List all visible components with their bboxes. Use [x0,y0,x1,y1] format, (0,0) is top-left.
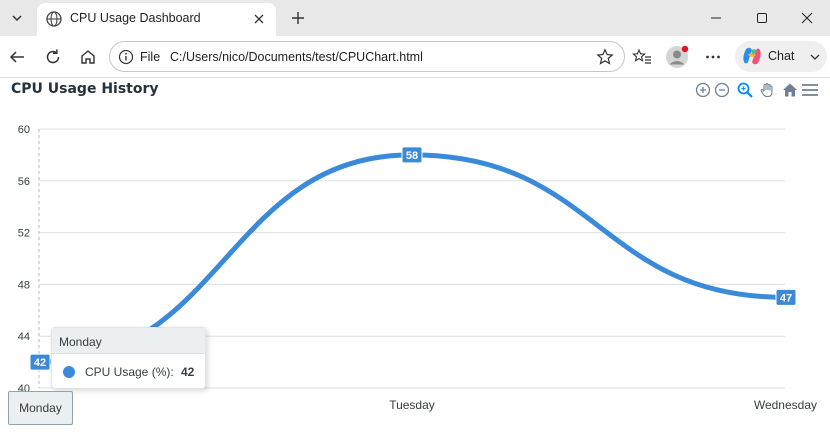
maximize-icon [757,13,767,23]
profile-avatar-icon [666,45,689,68]
y-tick-label: 60 [18,124,30,136]
y-tick-label: 48 [18,279,30,291]
minimize-icon [711,17,721,19]
chart-menu-button[interactable] [800,80,820,100]
menu-icon [802,84,818,96]
copilot-icon [743,47,761,65]
y-tick-label: 44 [18,331,30,343]
tab-menu-icon[interactable] [4,5,30,31]
zoom-in-button[interactable] [693,80,713,100]
selection-zoom-button[interactable] [735,80,755,100]
address-bar: File C:/Users/nico/Documents/test/CPUCha… [0,36,830,78]
data-tooltip: Monday CPU Usage (%): 42 [51,327,206,389]
close-window-button[interactable] [784,0,830,36]
copilot-chat-button[interactable]: Chat [735,41,827,72]
home-icon [81,50,95,64]
tab-title: CPU Usage Dashboard [70,11,201,25]
tooltip-series-name: CPU Usage (%): [85,365,174,379]
favorites-button[interactable] [628,43,656,71]
xaxis-tooltip: Monday [8,391,73,425]
pan-button[interactable] [757,80,777,100]
reload-button[interactable] [39,43,67,71]
star-icon[interactable] [596,48,614,66]
tooltip-series-marker [63,366,75,378]
reload-icon [46,49,60,64]
zoom-in-icon [695,82,711,98]
data-label: 47 [780,292,792,304]
chart-title: CPU Usage History [11,81,159,97]
plus-icon [292,12,304,24]
y-tick-label: 56 [18,176,30,188]
home-button[interactable] [74,43,102,71]
tooltip-value: 42 [181,365,195,379]
more-button[interactable] [699,43,727,71]
minimize-button[interactable] [693,0,739,36]
page-content: CPU Usage History 404448525660MondayTues… [0,78,830,446]
maximize-button[interactable] [739,0,785,36]
zoom-out-icon [714,82,730,98]
active-tab[interactable]: CPU Usage Dashboard [37,3,276,36]
url-text[interactable]: C:/Users/nico/Documents/test/CPUChart.ht… [170,50,423,64]
y-tick-label: 52 [18,228,30,240]
reset-zoom-button[interactable] [780,80,800,100]
url-scheme-label: File [140,50,161,64]
favorites-icon [632,48,651,64]
chat-label: Chat [768,49,795,63]
url-field[interactable]: File C:/Users/nico/Documents/test/CPUCha… [109,41,625,72]
more-icon [706,55,720,59]
new-tab-button[interactable] [285,5,311,31]
tooltip-title: Monday [52,328,205,354]
profile-button[interactable] [663,43,691,71]
data-label: 58 [406,150,418,162]
globe-icon [46,11,62,27]
x-tick-label: Wednesday [754,398,817,412]
back-arrow-icon [9,51,24,63]
data-label: 42 [34,357,46,369]
pan-hand-icon [760,82,773,98]
close-icon[interactable] [251,11,267,27]
cpu-line-chart[interactable]: 404448525660MondayTuesdayWednesday425847 [0,106,830,446]
selection-zoom-icon [737,82,753,98]
tab-strip: CPU Usage Dashboard [0,0,830,36]
zoom-out-button[interactable] [712,80,732,100]
chevron-down-icon [810,54,820,60]
close-icon [801,12,813,24]
x-tick-label: Tuesday [389,398,435,412]
info-icon[interactable] [118,49,134,65]
reset-home-icon [783,83,797,97]
back-button[interactable] [3,43,31,71]
